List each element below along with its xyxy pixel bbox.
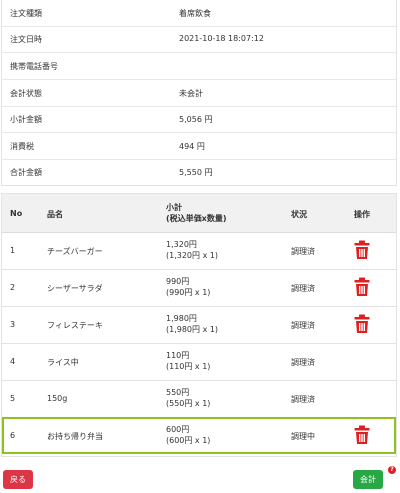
info-value: 未会計 <box>179 89 203 98</box>
row-name: チーズバーガー <box>47 247 103 256</box>
header-name: 品名 <box>47 210 63 219</box>
row-name: 150g <box>47 394 68 403</box>
header-subtotal-title: 小計 <box>166 203 182 212</box>
table-row: 4 ライス中 110円 (110円 x 1) 調理済 <box>2 343 396 381</box>
table-row: 2 シーザーサラダ 990円 (990円 x 1) 調理済 <box>2 269 396 307</box>
row-no: 4 <box>10 357 16 366</box>
question-icon[interactable]: ? <box>388 466 396 474</box>
row-price: 600円 <box>166 425 190 434</box>
info-value: 2021-10-18 18:07:12 <box>179 34 264 43</box>
info-row-phone: 携帯電話番号 <box>2 53 396 80</box>
header-action: 操作 <box>354 210 370 219</box>
row-no: 5 <box>10 394 16 403</box>
back-button[interactable]: 戻る <box>3 470 33 489</box>
row-name: ライス中 <box>47 358 79 367</box>
info-row-order-type: 注文種類 着席飲食 <box>2 0 396 27</box>
row-status: 調理中 <box>291 432 315 441</box>
header-status: 状況 <box>291 210 307 219</box>
row-subtotal: 990円 (990円 x 1) <box>166 276 210 298</box>
header-subtotal-formula: (税込単価x数量) <box>166 214 227 223</box>
info-row-order-datetime: 注文日時 2021-10-18 18:07:12 <box>2 26 396 53</box>
row-subtotal: 110円 (110円 x 1) <box>166 350 210 372</box>
row-status: 調理済 <box>291 284 315 293</box>
trash-icon[interactable] <box>354 425 370 445</box>
info-row-tax: 消費税 494 円 <box>2 133 396 160</box>
row-subtotal: 600円 (600円 x 1) <box>166 424 210 446</box>
row-subtotal: 1,980円 (1,980円 x 1) <box>166 313 218 335</box>
row-status: 調理済 <box>291 395 315 404</box>
row-price-detail: (110円 x 1) <box>166 362 211 371</box>
row-price: 550円 <box>166 388 190 397</box>
info-label: 注文日時 <box>10 35 42 44</box>
info-label: 携帯電話番号 <box>10 62 58 71</box>
info-value: 5,550 円 <box>179 168 213 177</box>
order-items-table: No 品名 小計 (税込単価x数量) 状況 操作 1 チーズバーガー 1,320円… <box>1 193 397 457</box>
order-info-panel: 注文種類 着席飲食 注文日時 2021-10-18 18:07:12 携帯電話番… <box>1 0 397 186</box>
row-status: 調理済 <box>291 321 315 330</box>
row-price: 990円 <box>166 277 190 286</box>
row-no: 2 <box>10 283 16 292</box>
row-no: 6 <box>10 431 16 440</box>
header-no: No <box>10 209 23 218</box>
row-status: 調理済 <box>291 358 315 367</box>
info-label: 消費税 <box>10 142 34 151</box>
info-value: 494 円 <box>179 142 205 151</box>
table-row: 3 フィレステーキ 1,980円 (1,980円 x 1) 調理済 <box>2 306 396 344</box>
row-price-detail: (550円 x 1) <box>166 399 211 408</box>
info-row-payment-status: 会計状態 未会計 <box>2 80 396 107</box>
info-label: 合計金額 <box>10 168 42 177</box>
row-no: 1 <box>10 246 16 255</box>
row-price-detail: (1,980円 x 1) <box>166 325 219 334</box>
row-price-detail: (600円 x 1) <box>166 436 211 445</box>
row-price: 110円 <box>166 351 190 360</box>
row-status: 調理済 <box>291 247 315 256</box>
row-subtotal: 1,320円 (1,320円 x 1) <box>166 239 218 261</box>
info-row-total: 合計金額 5,550 円 <box>2 159 396 185</box>
row-price: 1,980円 <box>166 314 197 323</box>
trash-icon[interactable] <box>354 240 370 260</box>
header-subtotal: 小計 (税込単価x数量) <box>166 202 226 224</box>
info-value: 5,056 円 <box>179 115 213 124</box>
table-row-highlighted: 6 お持ち帰り弁当 600円 (600円 x 1) 調理中 <box>2 417 396 454</box>
info-label: 会計状態 <box>10 89 42 98</box>
info-label: 注文種類 <box>10 9 42 18</box>
trash-icon[interactable] <box>354 277 370 297</box>
table-header: No 品名 小計 (税込単価x数量) 状況 操作 <box>2 194 396 233</box>
row-price-detail: (1,320円 x 1) <box>166 251 219 260</box>
row-subtotal: 550円 (550円 x 1) <box>166 387 210 409</box>
row-price: 1,320円 <box>166 240 197 249</box>
checkout-button[interactable]: 会計 <box>353 470 383 489</box>
row-name: フィレステーキ <box>47 321 103 330</box>
info-row-subtotal: 小計金額 5,056 円 <box>2 106 396 133</box>
info-value: 着席飲食 <box>179 9 211 18</box>
row-price-detail: (990円 x 1) <box>166 288 211 297</box>
table-row: 1 チーズバーガー 1,320円 (1,320円 x 1) 調理済 <box>2 232 396 270</box>
row-no: 3 <box>10 320 16 329</box>
table-row: 5 150g 550円 (550円 x 1) 調理済 <box>2 380 396 418</box>
row-name: シーザーサラダ <box>47 284 103 293</box>
trash-icon[interactable] <box>354 314 370 334</box>
info-label: 小計金額 <box>10 115 42 124</box>
row-name: お持ち帰り弁当 <box>47 432 103 441</box>
